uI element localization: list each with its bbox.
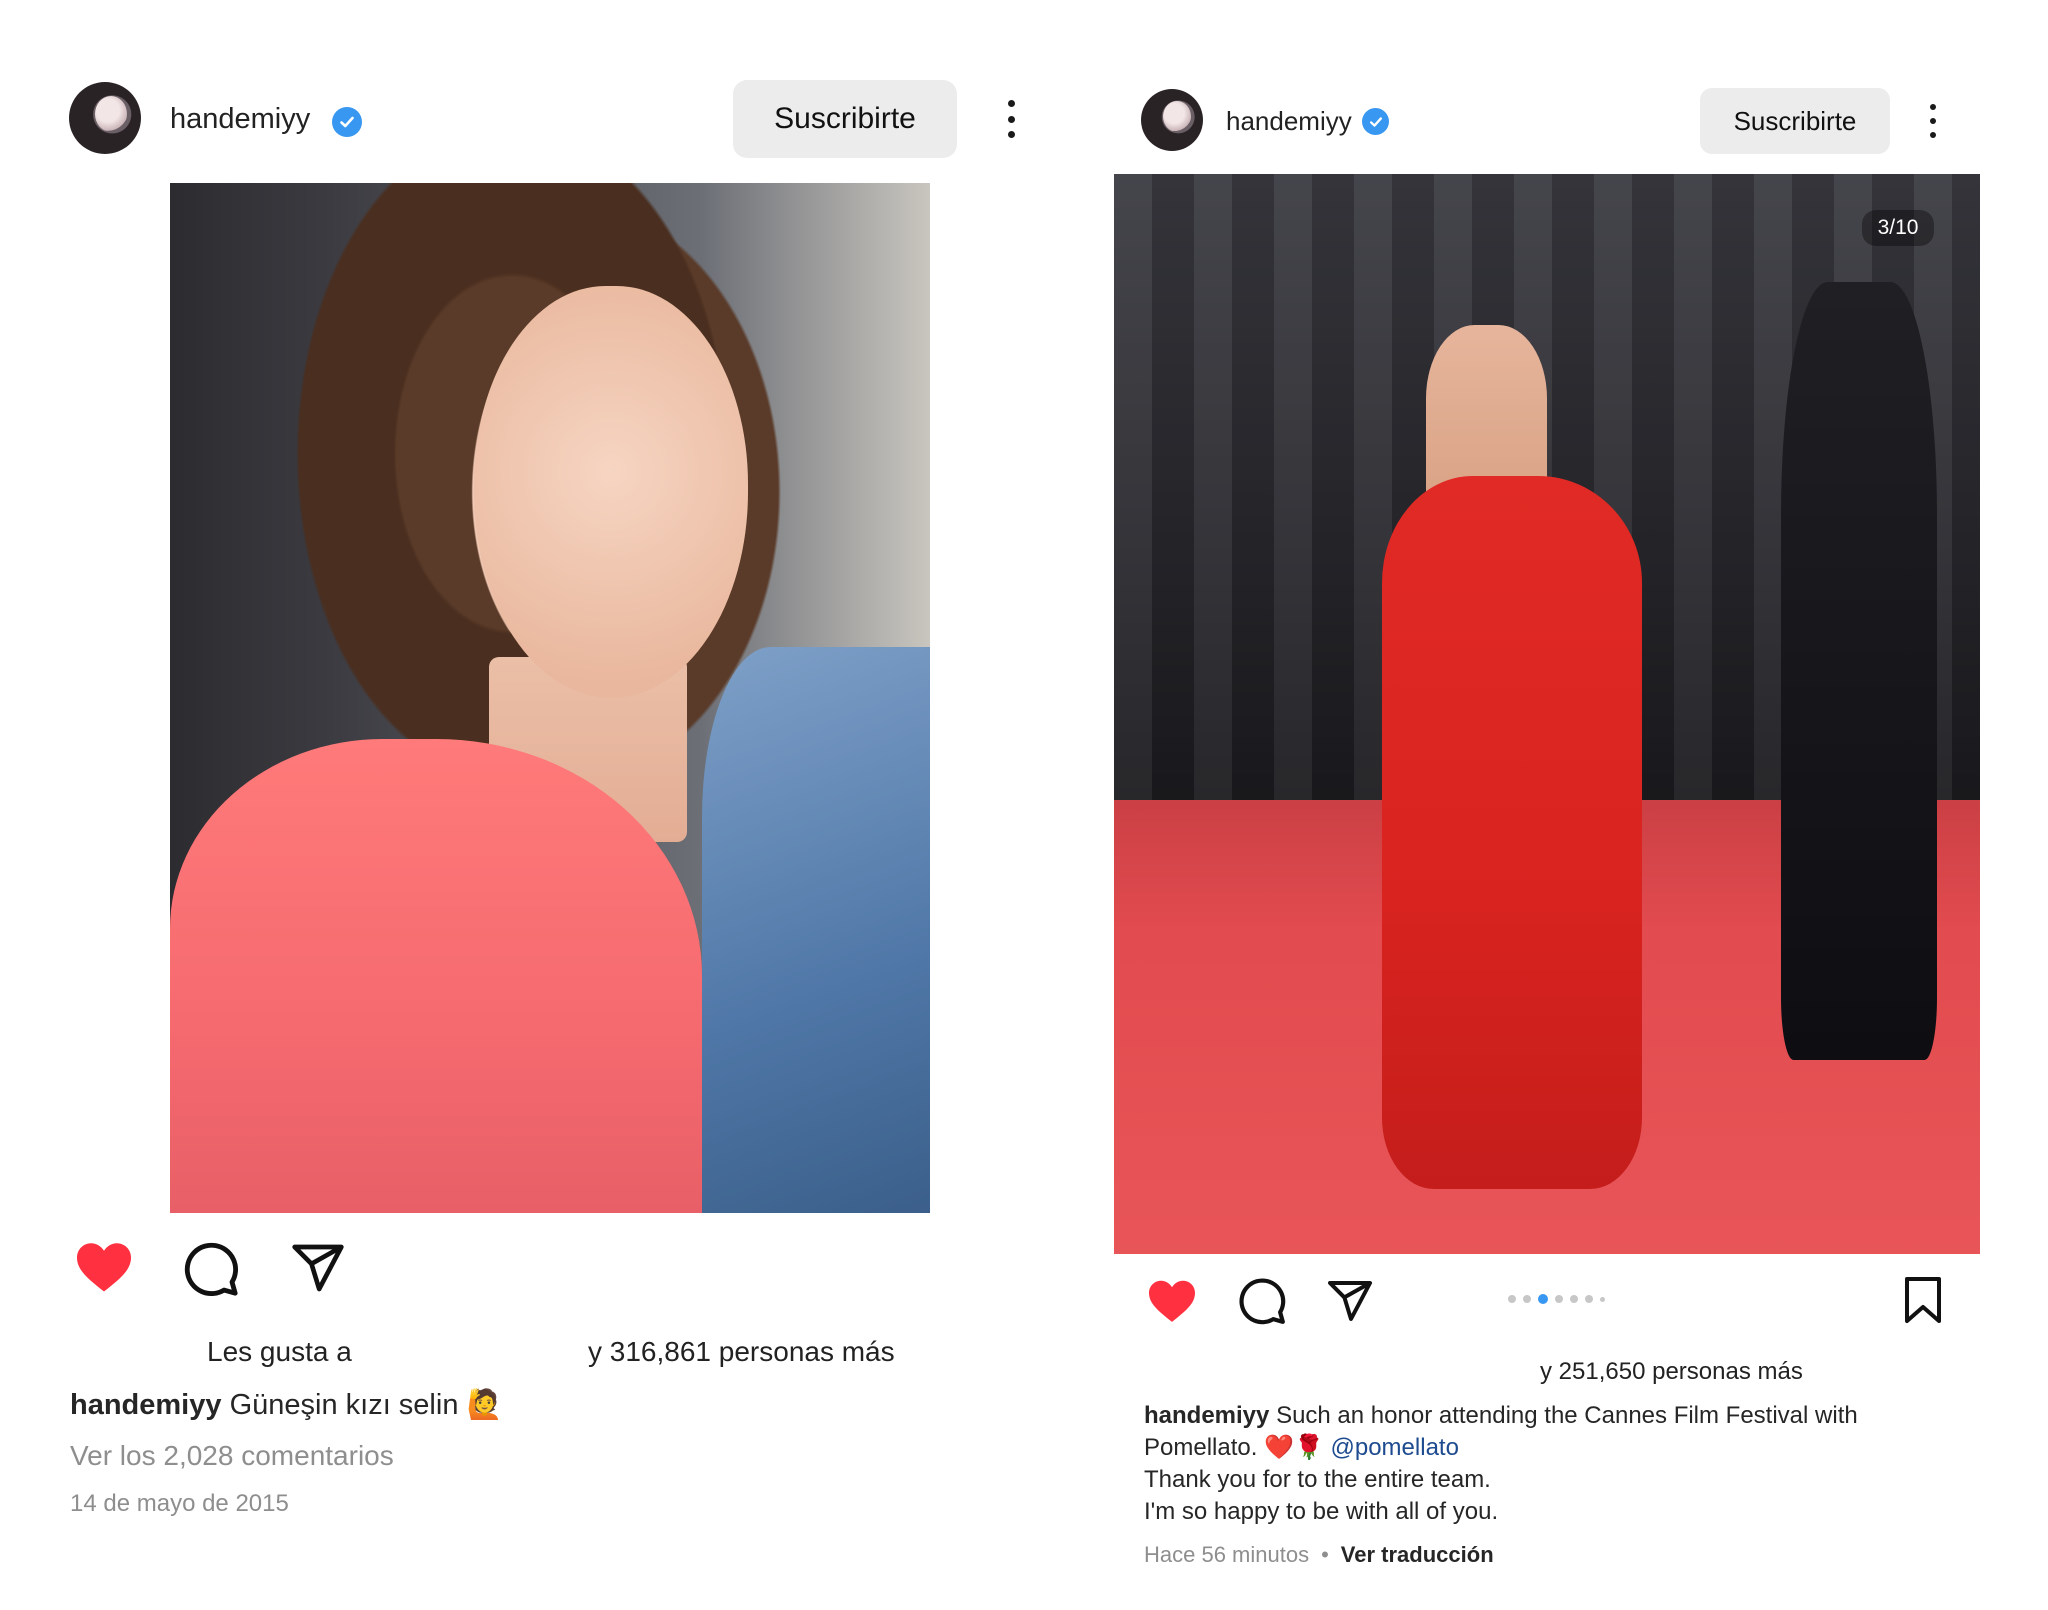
- carousel-dot: [1600, 1296, 1605, 1302]
- avatar[interactable]: [69, 82, 141, 154]
- verified-badge-icon: [332, 107, 362, 137]
- view-comments-link[interactable]: Ver los 2,028 comentarios: [70, 1440, 394, 1472]
- likes-count[interactable]: y 316,861 personas más: [588, 1336, 895, 1368]
- share-icon: [1328, 1281, 1372, 1321]
- username[interactable]: handemiyy: [170, 103, 310, 136]
- subscribe-button[interactable]: Suscribirte: [733, 80, 957, 158]
- comment-button[interactable]: [182, 1240, 240, 1298]
- post-meta: Hace 56 minutos • Ver traducción: [1144, 1542, 1494, 1568]
- carousel-dot: [1508, 1295, 1516, 1303]
- save-button[interactable]: [1903, 1276, 1943, 1324]
- mention-link[interactable]: @pomellato: [1331, 1434, 1459, 1461]
- heart-icon: [77, 1243, 131, 1292]
- bookmark-icon: [1905, 1277, 1941, 1323]
- username[interactable]: handemiyy: [1226, 106, 1352, 137]
- comment-icon: [184, 1242, 238, 1296]
- caption-username[interactable]: handemiyy: [70, 1389, 222, 1421]
- more-options-icon[interactable]: [1004, 100, 1018, 138]
- carousel-indicator: [1508, 1292, 1605, 1306]
- post-image[interactable]: 3/10: [1114, 174, 1980, 1254]
- carousel-dot: [1523, 1295, 1531, 1303]
- carousel-dot-active: [1538, 1294, 1548, 1304]
- caption-text: Güneşin kızı selin 🙋: [229, 1389, 503, 1421]
- heart-icon: [1149, 1280, 1195, 1322]
- carousel-dot: [1555, 1295, 1563, 1303]
- caption-username[interactable]: handemiyy: [1144, 1402, 1269, 1429]
- more-options-icon[interactable]: [1927, 104, 1939, 138]
- meta-separator: •: [1321, 1542, 1329, 1567]
- comment-button[interactable]: [1237, 1276, 1287, 1326]
- likes-count[interactable]: y 251,650 personas más: [1540, 1358, 1803, 1386]
- verified-badge-icon: [1362, 108, 1389, 135]
- caption: handemiyy Such an honor attending the Ca…: [1144, 1400, 1924, 1528]
- share-icon: [292, 1244, 344, 1292]
- post-time: Hace 56 minutos: [1144, 1542, 1310, 1567]
- share-button[interactable]: [1326, 1277, 1374, 1325]
- like-button[interactable]: [1146, 1278, 1198, 1324]
- caption-line: Pomellato. ❤️🌹: [1144, 1434, 1324, 1461]
- photo-counter: 3/10: [1862, 210, 1934, 246]
- caption-line: I'm so happy to be with all of you.: [1144, 1498, 1499, 1525]
- avatar[interactable]: [1141, 89, 1203, 151]
- translate-link[interactable]: Ver traducción: [1341, 1542, 1494, 1568]
- caption: handemiyy Güneşin kızı selin 🙋: [70, 1388, 503, 1422]
- like-button[interactable]: [74, 1240, 134, 1294]
- caption-line: Such an honor attending the Cannes Film …: [1276, 1402, 1858, 1429]
- carousel-dot: [1570, 1295, 1578, 1303]
- carousel-dot: [1585, 1295, 1593, 1303]
- subscribe-button[interactable]: Suscribirte: [1700, 88, 1890, 154]
- post-image[interactable]: [170, 183, 930, 1213]
- share-button[interactable]: [290, 1240, 346, 1296]
- comment-icon: [1239, 1278, 1286, 1325]
- caption-line: Thank you for to the entire team.: [1144, 1466, 1491, 1493]
- post-date: 14 de mayo de 2015: [70, 1490, 289, 1517]
- likes-label: Les gusta a: [207, 1336, 352, 1367]
